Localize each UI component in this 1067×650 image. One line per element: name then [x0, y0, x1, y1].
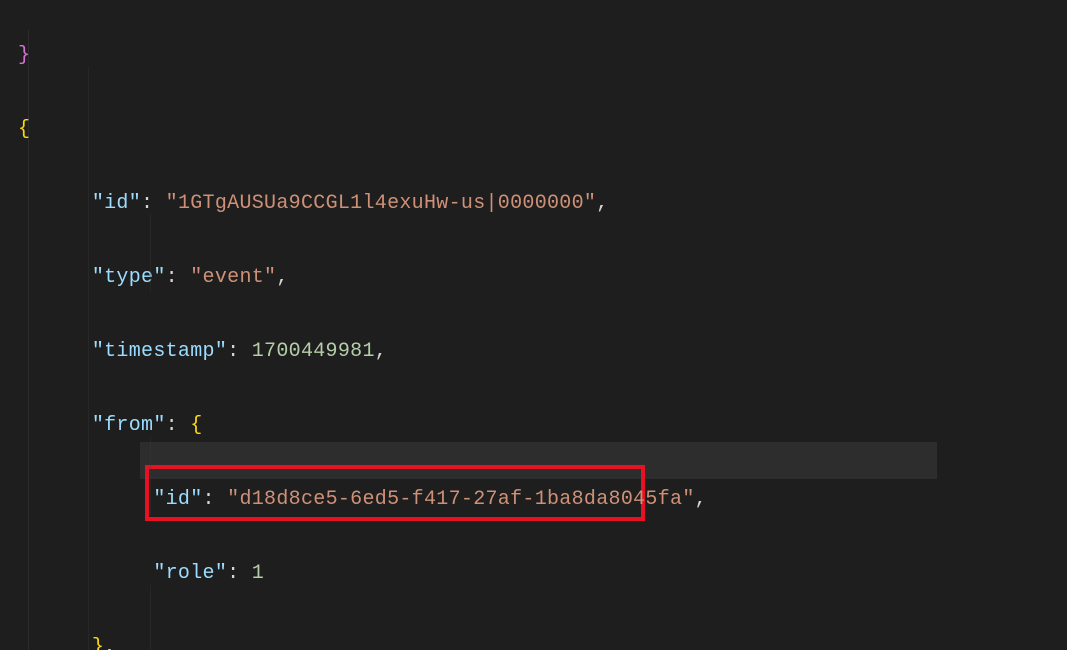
- indent-guide: [150, 585, 151, 650]
- indent-guide: [88, 67, 89, 650]
- prop-from-role: "role": 1: [18, 555, 1067, 592]
- prop-timestamp: "timestamp": 1700449981,: [18, 333, 1067, 370]
- object-open: {: [18, 111, 1067, 148]
- code-editor[interactable]: } { "id": "1GTgAUSUa9CCGL1l4exuHw-us|000…: [0, 0, 1067, 650]
- prop-from-close: },: [18, 629, 1067, 650]
- prop-from-open: "from": {: [18, 407, 1067, 444]
- prop-from-id: "id": "d18d8ce5-6ed5-f417-27af-1ba8da804…: [18, 481, 1067, 518]
- brace-open: {: [18, 118, 30, 141]
- prop-id: "id": "1GTgAUSUa9CCGL1l4exuHw-us|0000000…: [18, 185, 1067, 222]
- prop-type: "type": "event",: [18, 259, 1067, 296]
- indent-guide: [150, 214, 151, 292]
- fold-brace-top: }: [18, 37, 1067, 74]
- indent-guide: [150, 437, 151, 515]
